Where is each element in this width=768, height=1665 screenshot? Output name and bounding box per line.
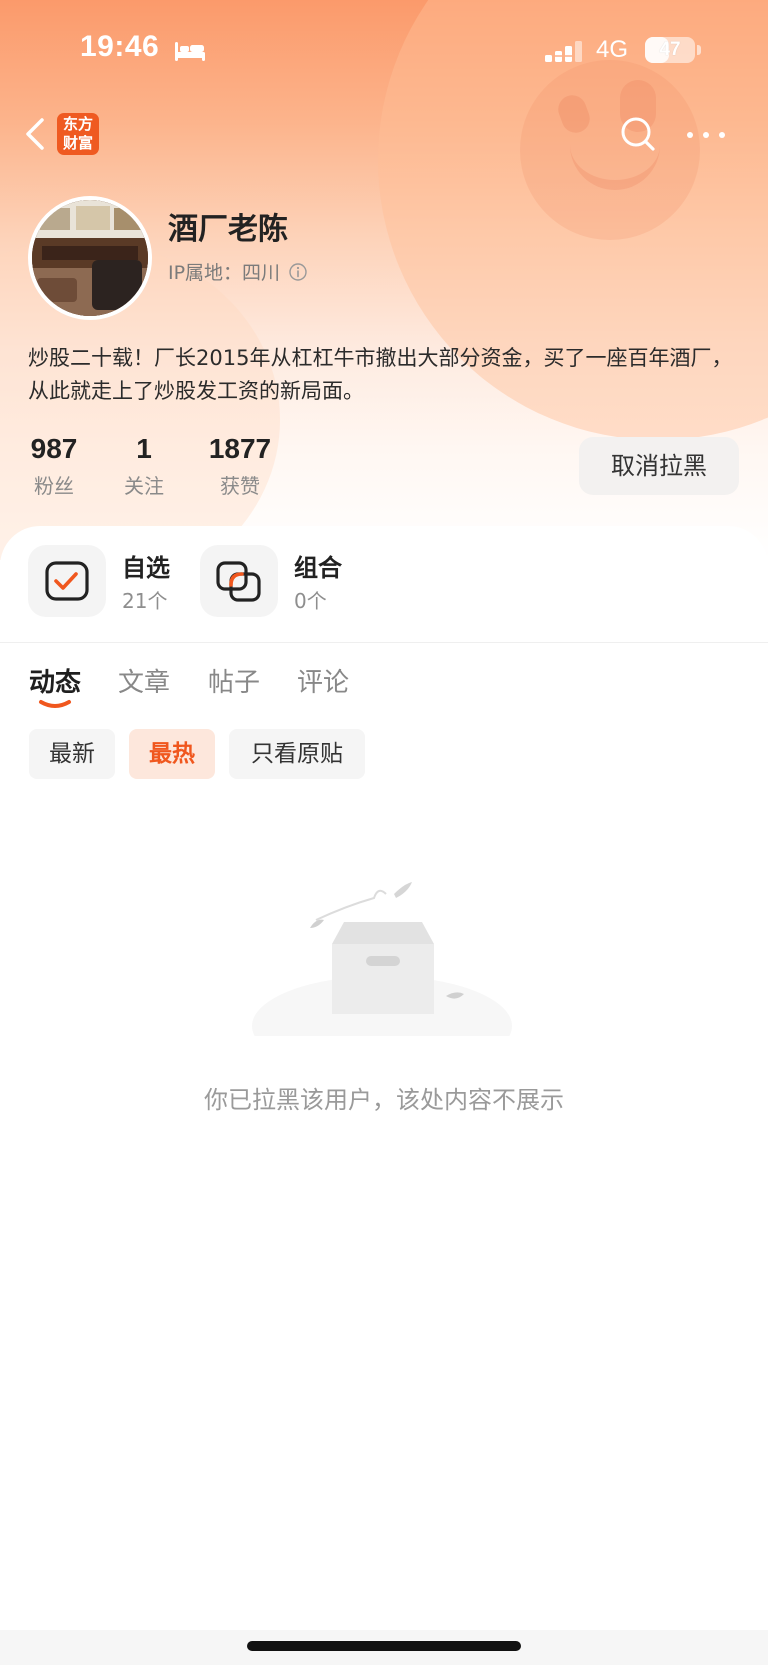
more-dots-icon[interactable] — [684, 120, 728, 150]
ip-location: IP属地：四川 — [168, 258, 308, 285]
home-indicator[interactable] — [247, 1641, 521, 1651]
portfolio-icon — [216, 561, 261, 602]
watchlist-shortcut[interactable] — [28, 545, 106, 617]
app-logo[interactable]: 东方 财富 — [57, 113, 99, 155]
portfolio-shortcut[interactable] — [200, 545, 278, 617]
battery-icon: 47 — [645, 37, 695, 63]
cellular-signal-icon — [545, 41, 582, 62]
watchlist-count: 21个 — [122, 589, 168, 613]
ip-location-label: IP属地：四川 — [168, 262, 281, 284]
watchlist-title[interactable]: 自选 — [122, 548, 170, 583]
filter-hottest[interactable]: 最热 — [129, 729, 215, 779]
empty-box-icon — [252, 882, 512, 1036]
battery-level: 47 — [659, 39, 681, 60]
tab-articles[interactable]: 文章 — [118, 662, 170, 699]
tab-dynamics[interactable]: 动态 — [29, 662, 81, 699]
search-icon[interactable] — [618, 114, 658, 154]
stat-number: 1 — [136, 433, 152, 464]
stat-number: 1877 — [208, 433, 272, 464]
unblock-button[interactable]: 取消拉黑 — [579, 437, 739, 495]
logo-text: 财富 — [62, 134, 93, 152]
info-icon[interactable] — [288, 262, 308, 282]
active-tab-indicator — [39, 700, 71, 708]
status-time: 19:46 — [80, 30, 160, 63]
stat-label: 关注 — [124, 474, 164, 498]
profile-name: 酒厂老陈 — [168, 212, 288, 247]
battery-tip — [697, 45, 701, 55]
stat-followers[interactable]: 987 粉丝 — [28, 432, 80, 499]
filter-original-only[interactable]: 只看原贴 — [229, 729, 365, 779]
avatar-image — [32, 200, 148, 316]
portfolio-title[interactable]: 组合 — [294, 548, 342, 583]
logo-text: 东方 — [62, 115, 93, 133]
stat-label: 粉丝 — [34, 474, 74, 498]
stat-number: 987 — [30, 433, 78, 464]
network-type: 4G — [596, 36, 629, 63]
stat-label: 获赞 — [220, 474, 260, 498]
profile-bio: 炒股二十载！厂长2015年从杠杠牛市撤出大部分资金，买了一座百年酒厂，从此就走上… — [28, 346, 733, 403]
sleep-mode-icon — [175, 42, 205, 61]
back-button[interactable] — [22, 114, 50, 154]
stat-likes[interactable]: 1877 获赞 — [206, 432, 274, 499]
filter-latest[interactable]: 最新 — [29, 729, 115, 779]
portfolio-count: 0个 — [294, 589, 327, 613]
empty-state-message: 你已拉黑该用户，该处内容不展示 — [204, 1086, 564, 1114]
tab-comments[interactable]: 评论 — [297, 662, 349, 699]
divider — [0, 642, 768, 643]
tab-posts[interactable]: 帖子 — [208, 662, 260, 699]
stat-following[interactable]: 1 关注 — [118, 432, 170, 499]
avatar[interactable] — [28, 196, 152, 320]
watchlist-check-icon — [45, 561, 89, 601]
